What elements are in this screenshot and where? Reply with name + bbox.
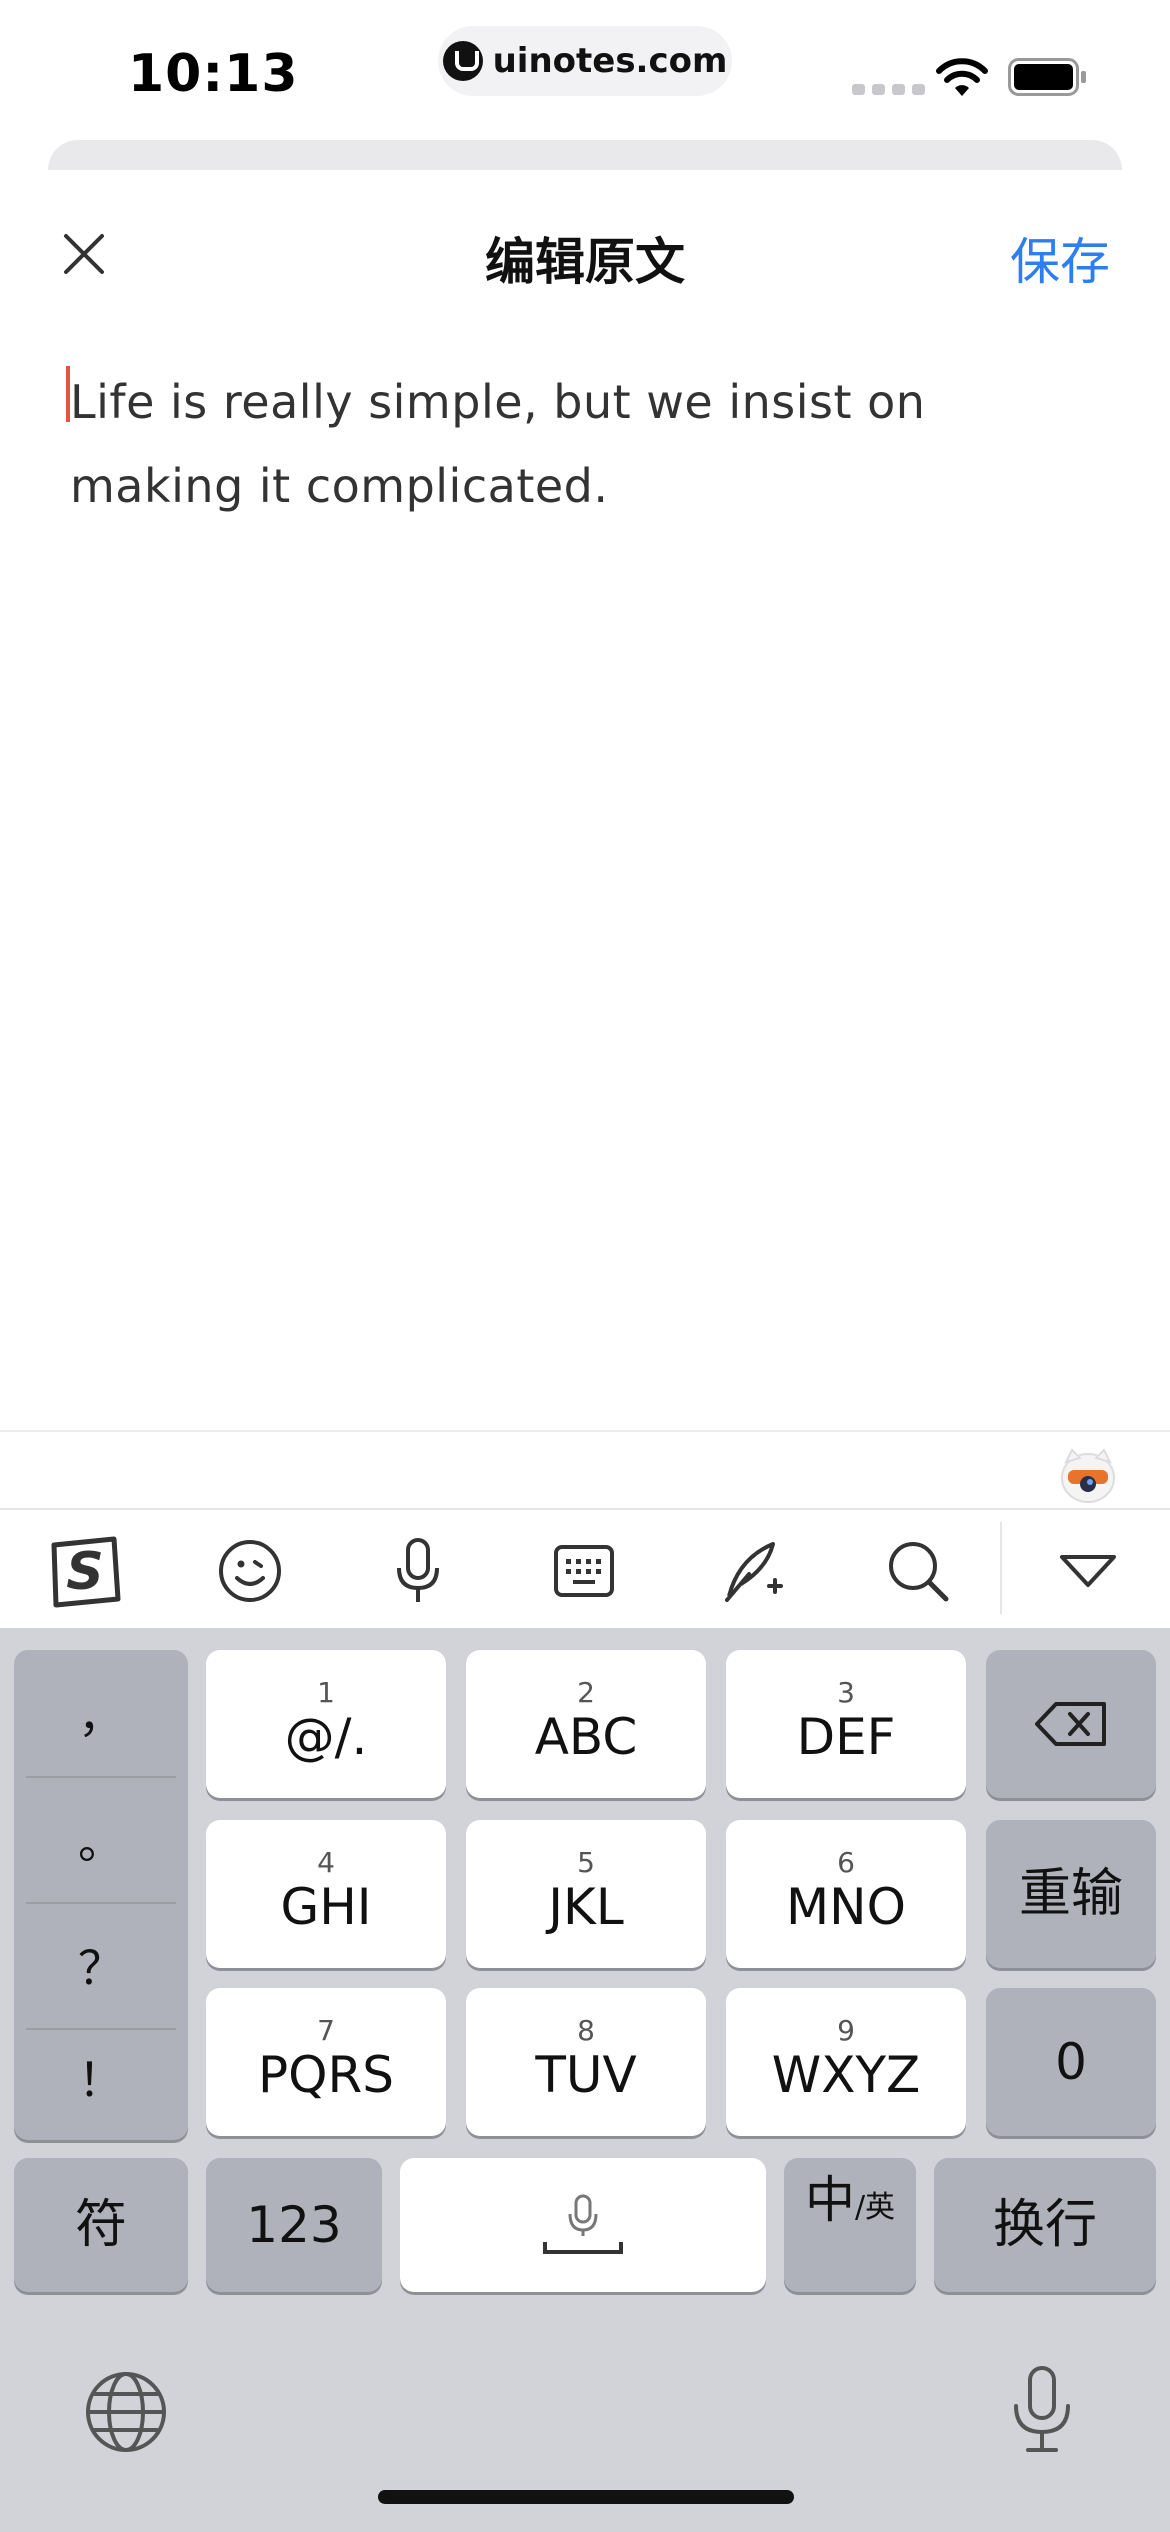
key-5[interactable]: 5 JKL	[466, 1820, 706, 1968]
url-pill[interactable]: uinotes.com	[438, 26, 732, 96]
search-icon[interactable]	[870, 1526, 966, 1616]
key-9[interactable]: 9 WXYZ	[726, 1988, 966, 2136]
svg-text:S: S	[66, 1542, 103, 1602]
battery-icon	[1008, 58, 1086, 96]
punct-period-key[interactable]: 。	[26, 1776, 176, 1902]
key-3[interactable]: 3 DEF	[726, 1650, 966, 1798]
status-time: 10:13	[128, 44, 299, 104]
collapse-icon[interactable]	[1040, 1526, 1136, 1616]
close-icon	[64, 234, 104, 274]
microphone-icon[interactable]	[370, 1526, 466, 1616]
emoji-icon[interactable]	[202, 1526, 298, 1616]
wifi-icon	[936, 58, 988, 96]
page-title: 编辑原文	[485, 233, 685, 291]
symbol-key[interactable]: 符	[14, 2158, 188, 2292]
delete-key[interactable]	[986, 1650, 1156, 1798]
key-6[interactable]: 6 MNO	[726, 1820, 966, 1968]
key-2[interactable]: 2 ABC	[466, 1650, 706, 1798]
return-key[interactable]: 换行	[934, 2158, 1156, 2292]
backspace-icon	[1035, 1702, 1106, 1746]
close-button[interactable]	[52, 222, 116, 286]
dictation-mic-icon[interactable]	[1006, 2364, 1078, 2456]
edit-sheet	[0, 170, 1170, 1430]
handwriting-icon[interactable]	[704, 1526, 800, 1616]
punct-comma-key[interactable]: ，	[26, 1650, 176, 1776]
text-editor[interactable]: Life is really simple, but we insist on …	[70, 360, 1100, 528]
mascot-icon[interactable]	[1056, 1444, 1120, 1504]
punct-question-key[interactable]: ？	[26, 1902, 176, 2028]
save-button[interactable]: 保存	[1010, 222, 1110, 294]
key-4[interactable]: 4 GHI	[206, 1820, 446, 1968]
numbers-key[interactable]: 123	[206, 2158, 382, 2292]
punctuation-column[interactable]: ， 。 ？ ！	[14, 1650, 188, 2140]
key-8[interactable]: 8 TUV	[466, 1988, 706, 2136]
sogou-logo-icon[interactable]: S	[36, 1526, 132, 1616]
divider	[0, 1430, 1170, 1432]
toolbar-separator	[1000, 1522, 1002, 1614]
home-indicator[interactable]	[378, 2490, 794, 2504]
globe-icon[interactable]	[84, 2370, 168, 2454]
site-logo-icon	[442, 41, 483, 81]
url-text: uinotes.com	[492, 41, 728, 81]
cellular-signal-icon	[852, 84, 925, 95]
keyboard-icon[interactable]	[536, 1526, 632, 1616]
reenter-key[interactable]: 重输	[986, 1820, 1156, 1968]
punct-exclaim-key[interactable]: ！	[26, 2014, 176, 2140]
key-0[interactable]: 0	[986, 1988, 1156, 2136]
language-toggle-key[interactable]: 中 /英	[784, 2158, 916, 2292]
space-mic-icon	[543, 2194, 623, 2254]
space-key[interactable]	[400, 2158, 766, 2292]
key-7[interactable]: 7 PQRS	[206, 1988, 446, 2136]
key-1[interactable]: 1 @/.	[206, 1650, 446, 1798]
